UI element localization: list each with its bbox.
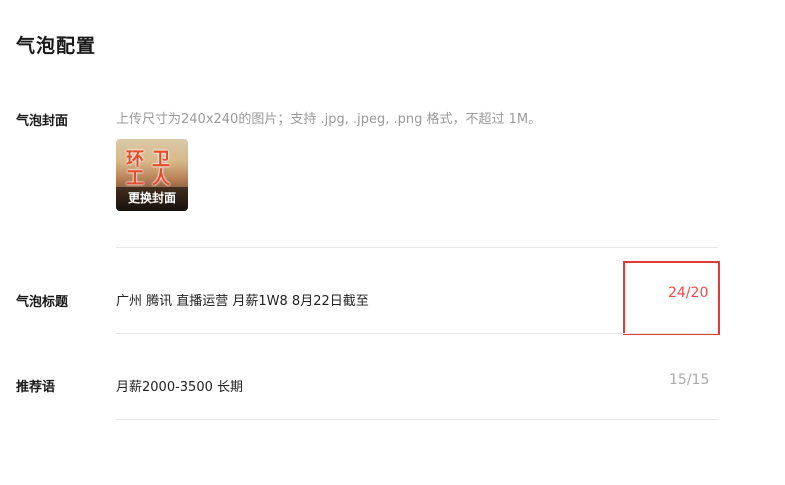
page-title: 气泡配置 bbox=[16, 35, 97, 57]
highlight-box bbox=[623, 261, 720, 335]
cover-label: 气泡封面 bbox=[16, 114, 69, 129]
recommend-char-counter: 15/15 bbox=[669, 372, 710, 388]
cover-image-upload[interactable]: 环卫 工人 更换封面 bbox=[116, 139, 188, 211]
divider bbox=[116, 333, 718, 334]
divider bbox=[116, 247, 718, 248]
title-input[interactable]: 广州 腾讯 直播运营 月薪1W8 8月22日截至 bbox=[116, 290, 369, 309]
recommend-input[interactable]: 月薪2000-3500 长期 bbox=[116, 376, 243, 395]
title-label: 气泡标题 bbox=[16, 295, 69, 310]
divider bbox=[116, 419, 718, 420]
change-cover-button[interactable]: 更换封面 bbox=[116, 189, 188, 206]
cover-upload-hint: 上传尺寸为240x240的图片；支持 .jpg, .jpeg, .png 格式，… bbox=[116, 112, 542, 127]
recommend-label: 推荐语 bbox=[16, 380, 56, 395]
